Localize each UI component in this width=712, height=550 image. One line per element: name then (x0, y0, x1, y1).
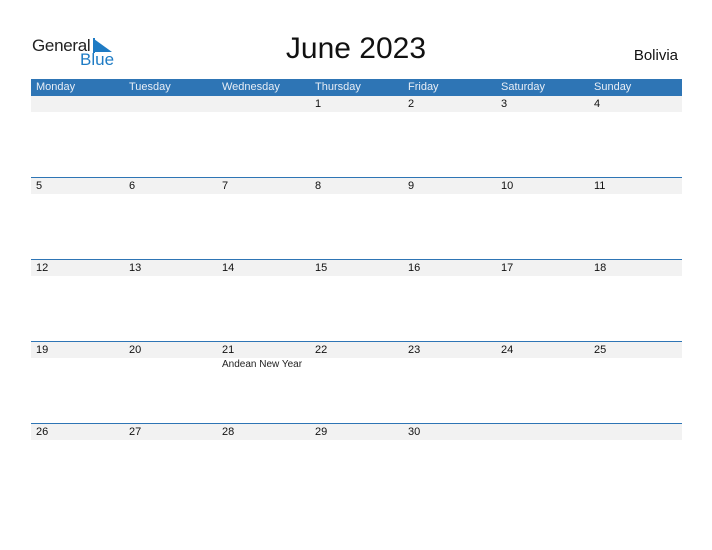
day-number: 16 (408, 262, 421, 274)
date-row: 5 6 7 8 9 10 11 (31, 178, 682, 194)
day-number: 28 (222, 426, 235, 438)
week-row: 5 6 7 8 9 10 11 (31, 177, 682, 259)
day-number (31, 96, 124, 112)
holiday-label (589, 358, 682, 371)
day-number (589, 424, 682, 440)
weekday-thursday: Thursday (315, 81, 361, 93)
week-row: 19 20 21 22 23 24 25 Andean New Year (31, 341, 682, 423)
weekday-wednesday: Wednesday (222, 81, 280, 93)
day-number: 5 (36, 180, 43, 192)
day-number: 9 (408, 180, 415, 192)
weekday-friday: Friday (408, 81, 439, 93)
day-number: 1 (315, 98, 322, 110)
weekday-header: Monday Tuesday Wednesday Thursday Friday… (31, 79, 682, 96)
holiday-label (496, 358, 589, 371)
date-row: 1 2 3 4 (31, 96, 682, 112)
day-number: 24 (501, 344, 514, 356)
day-number: 13 (129, 262, 142, 274)
day-number: 11 (594, 180, 606, 192)
date-row: 19 20 21 22 23 24 25 (31, 342, 682, 358)
day-number (124, 96, 217, 112)
event-row: Andean New Year (31, 358, 682, 371)
day-number (217, 96, 310, 112)
day-number: 29 (315, 426, 328, 438)
day-number: 23 (408, 344, 421, 356)
day-number: 25 (594, 344, 607, 356)
day-number: 14 (222, 262, 235, 274)
day-number: 30 (408, 426, 421, 438)
day-number: 7 (222, 180, 229, 192)
week-row: 12 13 14 15 16 17 18 (31, 259, 682, 341)
holiday-label (310, 358, 403, 371)
holiday-label (31, 358, 124, 371)
date-row: 26 27 28 29 30 (31, 424, 682, 440)
day-number: 18 (594, 262, 607, 274)
country-label: Bolivia (633, 47, 678, 64)
holiday-label (403, 358, 496, 371)
holiday-label (124, 358, 217, 371)
weekday-saturday: Saturday (501, 81, 546, 93)
day-number: 20 (129, 344, 142, 356)
day-number: 10 (501, 180, 514, 192)
holiday-label: Andean New Year (222, 359, 303, 370)
day-number: 4 (594, 98, 601, 110)
weekday-sunday: Sunday (594, 81, 632, 93)
weekday-monday: Monday (36, 81, 76, 93)
week-row: 26 27 28 29 30 (31, 423, 682, 505)
page-title: June 2023 (285, 32, 427, 65)
day-number: 15 (315, 262, 328, 274)
day-number: 21 (222, 344, 235, 356)
calendar-grid: Monday Tuesday Wednesday Thursday Friday… (31, 79, 682, 505)
weekday-tuesday: Tuesday (129, 81, 171, 93)
date-row: 12 13 14 15 16 17 18 (31, 260, 682, 276)
day-number: 19 (36, 344, 49, 356)
day-number: 2 (408, 98, 415, 110)
day-number: 3 (501, 98, 508, 110)
day-number: 17 (501, 262, 514, 274)
week-row: 1 2 3 4 (31, 96, 682, 177)
day-number: 26 (36, 426, 49, 438)
day-number: 22 (315, 344, 328, 356)
day-number (496, 424, 589, 440)
day-number: 27 (129, 426, 142, 438)
day-number: 8 (315, 180, 322, 192)
day-number: 12 (36, 262, 49, 274)
weeks-container: 1 2 3 4 5 6 7 8 9 10 11 12 13 14 15 16 17 18 19 20 21 22 23 24 2… (31, 96, 682, 505)
day-number: 6 (129, 180, 136, 192)
